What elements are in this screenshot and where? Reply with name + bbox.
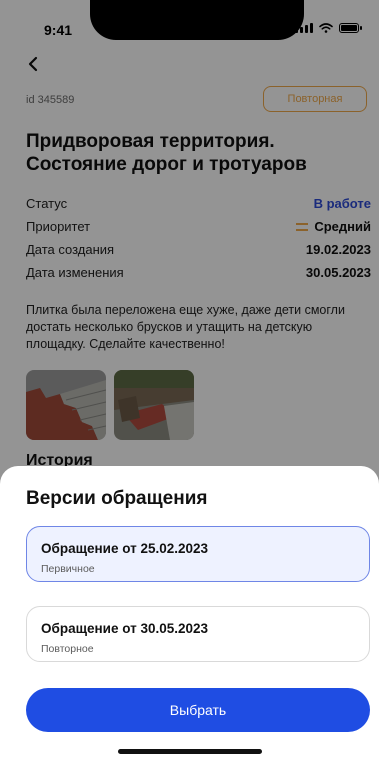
home-indicator xyxy=(118,749,262,754)
versions-bottom-sheet: Версии обращения Обращение от 25.02.2023… xyxy=(0,466,379,758)
version-option-primary[interactable]: Обращение от 25.02.2023 Первичное xyxy=(26,526,370,582)
sheet-title: Версии обращения xyxy=(26,488,208,509)
version-option-repeat[interactable]: Обращение от 30.05.2023 Повторное xyxy=(26,606,370,662)
select-button[interactable]: Выбрать xyxy=(26,688,370,732)
option-title: Обращение от 30.05.2023 xyxy=(41,621,209,636)
option-title: Обращение от 25.02.2023 xyxy=(41,541,209,556)
app-frame: 9:41 id 345589 Повторная Придворовая тер… xyxy=(0,0,379,758)
option-subtitle: Первичное xyxy=(41,563,95,575)
option-subtitle: Повторное xyxy=(41,643,94,655)
